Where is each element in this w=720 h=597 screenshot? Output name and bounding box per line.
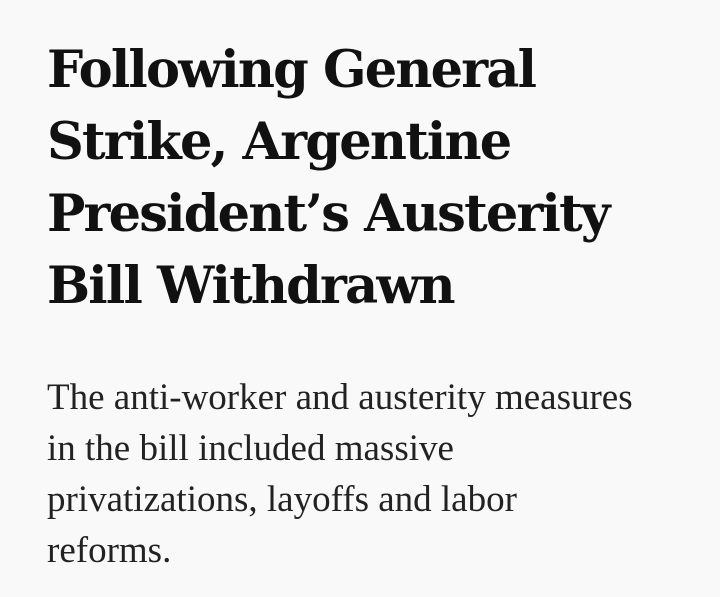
headline-line: President’s Austerity [47,184,611,244]
dek-line: The anti-worker and austerity measures [47,377,633,418]
headline-line: Following General [47,40,537,100]
article-card: Following General Strike, Argentine Pres… [47,34,687,576]
headline-line: Bill Withdrawn [47,256,456,316]
dek-line: privatizations, layoffs and labor [47,479,517,520]
article-dek: The anti-worker and austerity measures i… [47,372,687,576]
article-headline[interactable]: Following General Strike, Argentine Pres… [47,34,687,322]
dek-line: in the bill included massive [47,428,454,469]
dek-line: reforms. [47,530,172,571]
headline-line: Strike, Argentine [47,112,512,172]
